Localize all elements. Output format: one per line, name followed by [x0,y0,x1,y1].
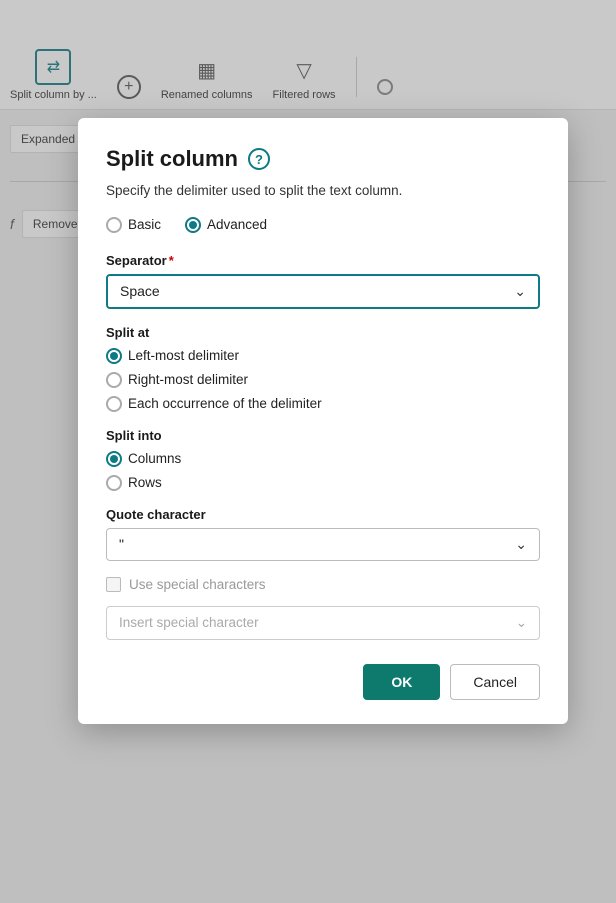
split-column-modal: Split column ? Specify the delimiter use… [78,118,568,724]
separator-dropdown[interactable]: Space ⌄ [106,274,540,309]
quote-character-chevron: ⌄ [515,536,527,553]
insert-special-character-dropdown[interactable]: Insert special character ⌄ [106,606,540,640]
modal-title-row: Split column ? [106,146,540,172]
rows-radio[interactable] [106,475,122,491]
rows-option[interactable]: Rows [106,475,540,491]
advanced-option[interactable]: Advanced [185,217,267,233]
advanced-radio[interactable] [185,217,201,233]
right-most-option[interactable]: Right-most delimiter [106,372,540,388]
quote-character-label: Quote character [106,507,540,522]
left-most-radio[interactable] [106,348,122,364]
modal-subtitle: Specify the delimiter used to split the … [106,182,540,201]
use-special-characters-row[interactable]: Use special characters [106,577,540,592]
advanced-radio-fill [189,221,197,229]
quote-character-dropdown[interactable]: " ⌄ [106,528,540,561]
separator-value: Space [120,283,160,299]
left-most-option[interactable]: Left-most delimiter [106,348,540,364]
split-at-label: Split at [106,325,540,340]
ok-button[interactable]: OK [363,664,440,700]
right-most-radio[interactable] [106,372,122,388]
each-occurrence-label: Each occurrence of the delimiter [128,396,322,411]
help-icon[interactable]: ? [248,148,270,170]
basic-radio[interactable] [106,217,122,233]
use-special-characters-label: Use special characters [129,577,266,592]
cancel-button[interactable]: Cancel [450,664,540,700]
left-most-radio-fill [110,352,118,360]
rows-label: Rows [128,475,162,490]
basic-option[interactable]: Basic [106,217,161,233]
columns-radio-fill [110,455,118,463]
columns-radio[interactable] [106,451,122,467]
required-star: * [169,253,174,268]
separator-chevron: ⌄ [514,283,526,300]
columns-label: Columns [128,451,181,466]
each-occurrence-option[interactable]: Each occurrence of the delimiter [106,396,540,412]
basic-label: Basic [128,217,161,232]
split-into-options: Columns Rows [106,451,540,491]
each-occurrence-radio[interactable] [106,396,122,412]
separator-label: Separator* [106,253,540,268]
columns-option[interactable]: Columns [106,451,540,467]
modal-title: Split column [106,146,238,172]
quote-character-value: " [119,536,124,552]
right-most-label: Right-most delimiter [128,372,248,387]
mode-row: Basic Advanced [106,217,540,233]
insert-special-character-chevron: ⌄ [516,615,527,631]
button-row: OK Cancel [106,664,540,700]
left-most-label: Left-most delimiter [128,348,239,363]
split-at-options: Left-most delimiter Right-most delimiter… [106,348,540,412]
split-into-label: Split into [106,428,540,443]
use-special-characters-checkbox[interactable] [106,577,121,592]
advanced-label: Advanced [207,217,267,232]
insert-special-character-placeholder: Insert special character [119,615,259,630]
